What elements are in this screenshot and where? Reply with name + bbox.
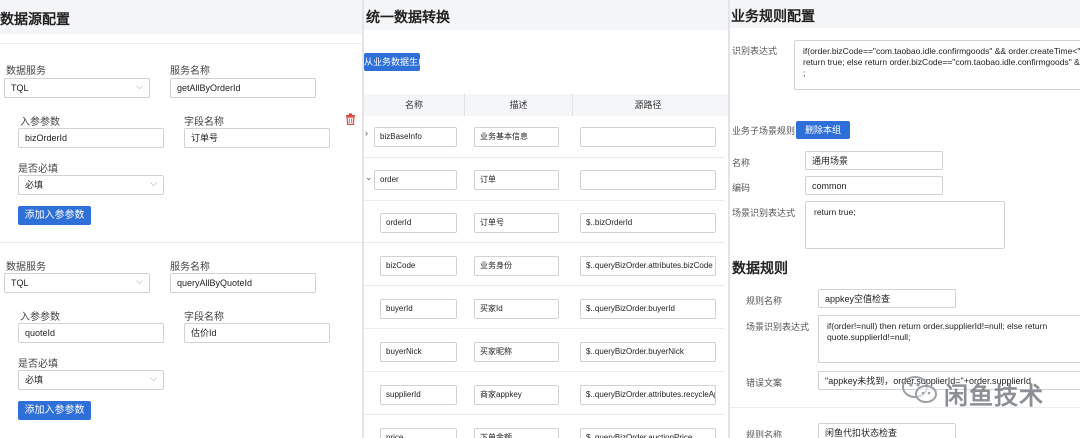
- panel-separator: [362, 0, 364, 438]
- field-label: 字段名称: [184, 312, 224, 323]
- field-input[interactable]: 估价Id: [184, 323, 330, 343]
- scene-expression-textarea[interactable]: return true;: [805, 201, 1005, 249]
- param-input[interactable]: quoteId: [18, 323, 164, 343]
- rule-name-label: 规则名称: [746, 430, 783, 438]
- add-param-button[interactable]: 添加入参参数: [18, 206, 91, 225]
- row-desc-input[interactable]: 商家appkey: [474, 385, 559, 405]
- required-select[interactable]: 必填: [18, 370, 164, 390]
- row-divider: [364, 285, 724, 286]
- row-path-input[interactable]: $..queryBizOrder.buyerId: [580, 299, 716, 319]
- param-input[interactable]: bizOrderId: [18, 128, 164, 148]
- recognize-expression-textarea[interactable]: if(order.bizCode=="com.taobao.idle.confi…: [794, 40, 1080, 90]
- row-name-input[interactable]: bizCode: [380, 256, 457, 276]
- service-name-input[interactable]: queryAllByQuoteId: [170, 273, 316, 293]
- error-message-label: 错误文案: [746, 378, 783, 388]
- required-label: 是否必填: [18, 359, 58, 370]
- service-name-label: 服务名称: [170, 262, 210, 273]
- row-desc-input[interactable]: 订单号: [474, 213, 559, 233]
- watermark: 闲鱼技术: [900, 372, 1070, 412]
- row-name-input[interactable]: buyerNick: [380, 342, 457, 362]
- row-desc-input[interactable]: 买家昵称: [474, 342, 559, 362]
- row-path-input[interactable]: $..bizOrderId: [580, 213, 716, 233]
- divider: [0, 242, 362, 243]
- row-desc-input[interactable]: 业务身份: [474, 256, 559, 276]
- panel-title: 业务规则配置: [731, 8, 815, 24]
- field-label: 字段名称: [184, 117, 224, 128]
- required-label: 是否必填: [18, 164, 58, 175]
- service-name-label: 服务名称: [170, 66, 210, 77]
- name-label: 名称: [732, 158, 751, 168]
- row-name-input[interactable]: bizBaseInfo: [374, 127, 457, 147]
- scene-expression-label: 场景识别表达式: [732, 208, 796, 218]
- row-path-input[interactable]: [580, 127, 716, 147]
- panel-title: 统一数据转换: [366, 9, 450, 25]
- row-path-input[interactable]: $..queryBizOrder.buyerNick: [580, 342, 716, 362]
- row-divider: [364, 157, 724, 158]
- column-header-path: 源路径: [634, 100, 662, 110]
- data-source-panel: 数据源配置 数据服务 TQL 服务名称 getAllByOrderId 入参参数…: [0, 0, 362, 438]
- code-label: 编码: [732, 183, 751, 193]
- watermark-text: 闲鱼技术: [944, 383, 1044, 410]
- row-divider: [364, 242, 724, 243]
- rule-name-input[interactable]: 闲鱼代扣状态检查: [818, 423, 956, 438]
- row-desc-input[interactable]: 订单: [474, 170, 559, 190]
- trash-icon[interactable]: [345, 113, 356, 125]
- param-label: 入参参数: [20, 117, 60, 128]
- data-rules-title: 数据规则: [732, 260, 788, 276]
- recognize-label: 识别表达式: [732, 46, 778, 56]
- column-header-name: 名称: [404, 100, 423, 110]
- data-transform-panel: 统一数据转换 从业务数据生成 名称 描述 源路径 › bizBaseInfo 业…: [364, 0, 728, 438]
- service-select[interactable]: TQL: [4, 78, 150, 98]
- row-path-input[interactable]: $..queryBizOrder.attributes.recycleAppKe…: [580, 385, 716, 405]
- service-label: 数据服务: [6, 66, 46, 77]
- wechat-logo-icon: [902, 376, 937, 403]
- row-name-input[interactable]: price: [380, 428, 457, 438]
- row-path-input[interactable]: $..queryBizOrder.attributes.bizCode: [580, 256, 716, 276]
- divider: [0, 43, 362, 44]
- add-param-button[interactable]: 添加入参参数: [18, 401, 91, 420]
- expand-arrow-icon[interactable]: ›: [365, 128, 368, 138]
- row-name-input[interactable]: order: [374, 170, 457, 190]
- collapse-arrow-icon[interactable]: ⌄: [365, 172, 373, 183]
- row-divider: [364, 200, 724, 201]
- service-name-input[interactable]: getAllByOrderId: [170, 78, 316, 98]
- row-divider: [364, 414, 724, 415]
- required-select[interactable]: 必填: [18, 175, 164, 195]
- field-input[interactable]: 订单号: [184, 128, 330, 148]
- row-name-input[interactable]: orderId: [380, 213, 457, 233]
- sub-scene-label: 业务子场景规则: [732, 126, 796, 136]
- service-label: 数据服务: [6, 262, 46, 273]
- code-input[interactable]: common: [805, 176, 943, 195]
- row-divider: [364, 371, 724, 372]
- delete-group-button[interactable]: 删除本组: [796, 121, 850, 139]
- row-desc-input[interactable]: 业务基本信息: [474, 127, 559, 147]
- param-label: 入参参数: [20, 312, 60, 323]
- row-name-input[interactable]: buyerId: [380, 299, 457, 319]
- service-select[interactable]: TQL: [4, 273, 150, 293]
- row-path-input[interactable]: [580, 170, 716, 190]
- name-input[interactable]: 通用场景: [805, 151, 943, 170]
- rule-name-label: 规则名称: [746, 296, 783, 306]
- generate-from-business-button[interactable]: 从业务数据生成: [364, 53, 427, 71]
- rule-expression-label: 场景识别表达式: [746, 322, 810, 332]
- rule-expression-textarea[interactable]: if(order!=null) then return order.suppli…: [818, 315, 1080, 363]
- row-name-input[interactable]: supplierId: [380, 385, 457, 405]
- panel-separator: [728, 0, 730, 438]
- row-divider: [364, 328, 724, 329]
- row-desc-input[interactable]: 买家Id: [474, 299, 559, 319]
- row-desc-input[interactable]: 下单金额: [474, 428, 559, 438]
- row-path-input[interactable]: $..queryBizOrder.auctionPrice: [580, 428, 716, 438]
- rule-name-input[interactable]: appkey空值检查: [818, 289, 956, 308]
- panel-title: 数据源配置: [0, 11, 70, 27]
- column-header-desc: 描述: [509, 100, 528, 110]
